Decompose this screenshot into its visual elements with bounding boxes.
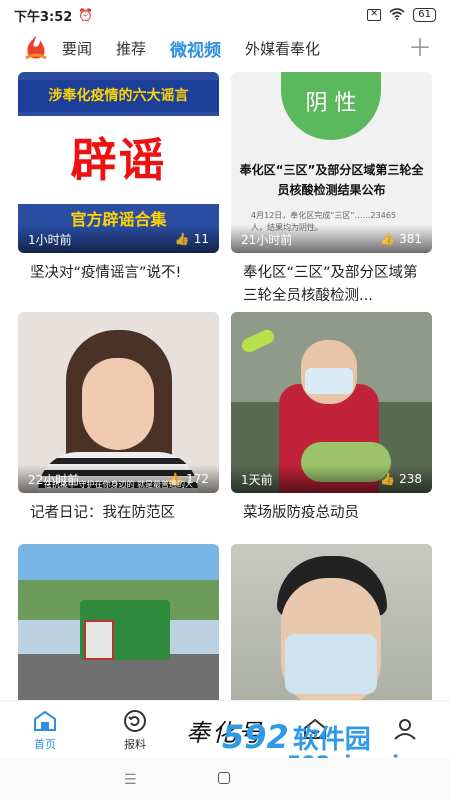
like-count: 11 [193,232,209,246]
tab-foreign-media[interactable]: 外媒看奉化 [245,38,320,59]
thumbnail-headline: 辟谣 [70,133,167,187]
video-thumbnail[interactable]: 涉奉化疫情的六大谣言 辟谣 官方辟谣合集 1小时前 👍 11 [18,72,219,253]
top-tab-bar: 要闻 推荐 微视频 外媒看奉化 [0,30,450,66]
tab-micro-video[interactable]: 微视频 [170,36,221,61]
menu-icon[interactable]: ☰ [124,772,137,788]
home-icon [34,710,56,731]
video-title[interactable]: 奉化区“三区”及部分区域第三轮全员核酸检测... [243,262,423,308]
nav-report[interactable]: 报料 [90,701,180,759]
thumbnail-subtitle: 在抗疫中 守护在你身边的 就是最普通的人 [43,480,194,489]
thumbnail-banner-text: 涉奉化疫情的六大谣言 [18,80,219,112]
video-thumbnail[interactable]: 22小时前 👍 172 在抗疫中 守护在你身边的 就是最普通的人 [18,312,219,493]
thumbnail-headline: 奉化区“三区”及部分区域第三轮全员核酸检测结果公布 [239,163,424,197]
video-card[interactable] [231,544,432,700]
time-ago: 1天前 [241,472,273,487]
status-bar: 下午3:52 ⏰ ✕ 61 [0,0,450,30]
thumbnail-meta: 21小时前 👍 381 [231,225,432,253]
video-thumbnail[interactable]: 1天前 👍 238 [231,312,432,493]
status-time: 下午3:52 [14,9,73,25]
like-count: 238 [399,472,422,486]
refresh-camera-icon [124,709,146,732]
sim-off-icon: ✕ [367,9,382,21]
video-card[interactable]: 阴 性 奉化区“三区”及部分区域第三轮全员核酸检测结果公布 4月12日，奉化区完… [231,72,432,312]
alarm-icon: ⏰ [78,8,94,22]
video-thumbnail[interactable] [231,544,432,700]
thumbnail-meta: 1天前 👍 238 [231,465,432,493]
fenghua-logo-icon [25,36,47,60]
time-ago: 21小时前 [241,232,293,247]
battery-indicator: 61 [413,8,436,22]
video-card[interactable]: 22小时前 👍 172 在抗疫中 守护在你身边的 就是最普通的人 记者日记：我在防… [18,312,219,544]
video-title[interactable]: 坚决对“疫情谣言”说不! [30,262,210,285]
wifi-icon [389,7,405,23]
video-title[interactable]: 记者日记：我在防范区 [30,502,210,525]
channel-tabs: 要闻 推荐 微视频 外媒看奉化 [62,36,450,61]
watermark-number: 592 [222,718,289,756]
home-button-icon[interactable] [218,772,230,784]
thumbnail-meta: 1小时前 👍 11 [18,225,219,253]
nav-report-label: 报料 [124,737,146,751]
thumb-up-icon: 👍 [380,472,396,486]
video-card[interactable] [18,544,219,700]
video-card[interactable]: 涉奉化疫情的六大谣言 辟谣 官方辟谣合集 1小时前 👍 11 坚决对“疫情谣言”说… [18,72,219,312]
nav-home[interactable]: 首页 [0,701,90,759]
system-nav-bar: ☰ [0,758,450,800]
nav-home-label: 首页 [34,737,56,751]
thumbnail-badge: 阴 性 [281,72,381,140]
video-thumbnail[interactable]: 阴 性 奉化区“三区”及部分区域第三轮全员核酸检测结果公布 4月12日，奉化区完… [231,72,432,253]
video-card[interactable]: 1天前 👍 238 菜场版防疫总动员 [231,312,432,544]
add-channel-icon[interactable]: ＋ [408,30,432,66]
time-ago: 1小时前 [28,232,72,247]
like-count: 381 [399,232,422,246]
video-title[interactable]: 菜场版防疫总动员 [243,502,423,525]
watermark-text: 软件园 [292,725,371,755]
video-thumbnail[interactable] [18,544,219,700]
status-icons: ✕ 61 [367,7,436,23]
tab-recommend[interactable]: 推荐 [116,38,146,59]
thumb-up-icon: 👍 [174,232,190,246]
tab-news[interactable]: 要闻 [62,38,92,59]
video-feed[interactable]: 涉奉化疫情的六大谣言 辟谣 官方辟谣合集 1小时前 👍 11 坚决对“疫情谣言”说… [0,72,450,700]
thumb-up-icon: 👍 [380,232,396,246]
